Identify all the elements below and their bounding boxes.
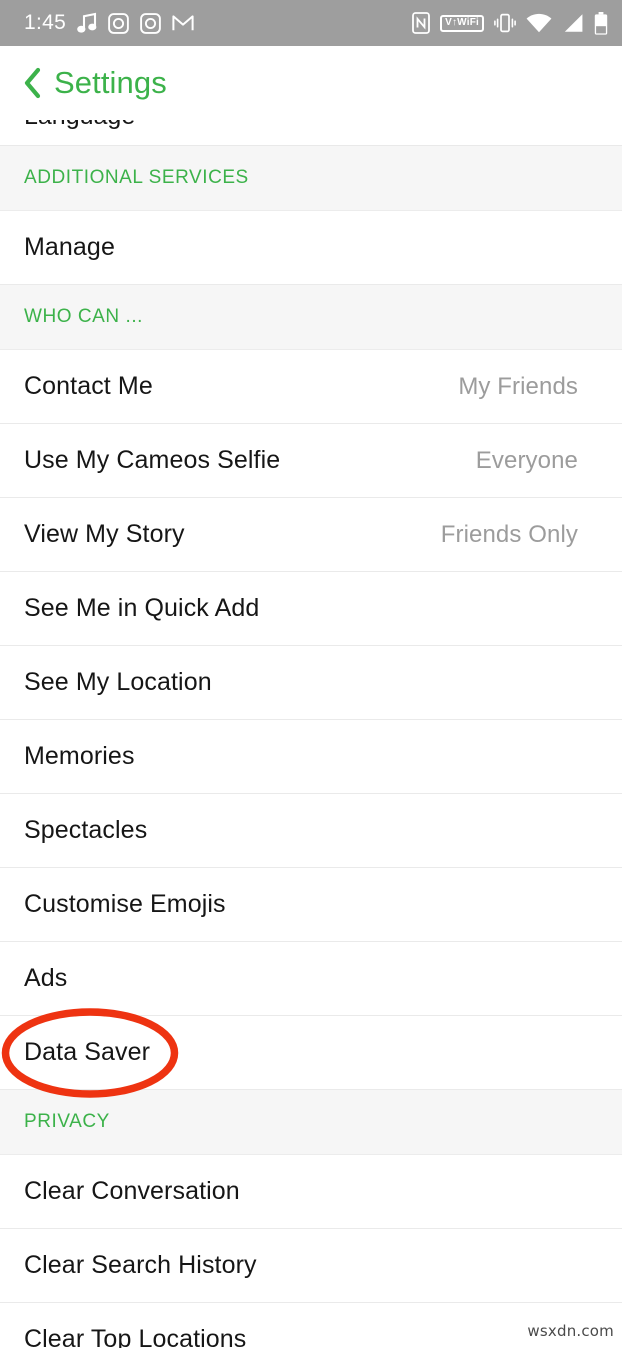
status-bar-right: V↑WiFi bbox=[412, 11, 608, 35]
list-item-data-saver[interactable]: Data Saver bbox=[0, 1016, 622, 1090]
row-label: Contact Me bbox=[24, 372, 153, 400]
list-item-contact-me[interactable]: Contact Me My Friends bbox=[0, 350, 622, 424]
section-title: ADDITIONAL SERVICES bbox=[24, 167, 249, 188]
row-label: Clear Search History bbox=[24, 1251, 257, 1279]
list-item-view-my-story[interactable]: View My Story Friends Only bbox=[0, 498, 622, 572]
row-label: Spectacles bbox=[24, 816, 148, 844]
list-item-language-clipped[interactable]: Language bbox=[0, 120, 622, 146]
row-label: Memories bbox=[24, 742, 135, 770]
row-label: Data Saver bbox=[24, 1038, 151, 1066]
row-label: Use My Cameos Selfie bbox=[24, 446, 281, 474]
chevron-left-icon bbox=[24, 67, 41, 99]
row-label: Manage bbox=[24, 233, 115, 261]
back-button[interactable] bbox=[19, 66, 45, 100]
list-item-see-my-location[interactable]: See My Location bbox=[0, 646, 622, 720]
app-header: Settings bbox=[0, 46, 622, 120]
list-item-customise-emojis[interactable]: Customise Emojis bbox=[0, 868, 622, 942]
list-item-use-my-cameos-selfie[interactable]: Use My Cameos Selfie Everyone bbox=[0, 424, 622, 498]
page-title: Settings bbox=[54, 65, 167, 100]
watermark: wsxdn.com bbox=[527, 1322, 614, 1340]
section-title: PRIVACY bbox=[24, 1111, 110, 1132]
row-value: Everyone bbox=[475, 446, 578, 474]
status-bar-left: 1:45 bbox=[24, 11, 194, 35]
row-label: Ads bbox=[24, 964, 68, 992]
row-label: Clear Top Locations bbox=[24, 1325, 247, 1348]
status-bar-clock: 1:45 bbox=[24, 11, 67, 34]
section-title: WHO CAN ... bbox=[24, 306, 143, 327]
row-label: See Me in Quick Add bbox=[24, 594, 260, 622]
section-header-privacy: PRIVACY bbox=[0, 1090, 622, 1155]
camera-icon bbox=[108, 12, 129, 34]
row-value: Friends Only bbox=[440, 520, 578, 548]
row-label: Language bbox=[24, 120, 135, 131]
list-item-clear-conversation[interactable]: Clear Conversation bbox=[0, 1155, 622, 1229]
list-item-see-me-in-quick-add[interactable]: See Me in Quick Add bbox=[0, 572, 622, 646]
row-label: Clear Conversation bbox=[24, 1177, 240, 1205]
row-label: See My Location bbox=[24, 668, 212, 696]
cellular-signal-icon bbox=[562, 13, 584, 33]
settings-list: Language ADDITIONAL SERVICES Manage WHO … bbox=[0, 120, 622, 1348]
list-item-clear-search-history[interactable]: Clear Search History bbox=[0, 1229, 622, 1303]
list-item-memories[interactable]: Memories bbox=[0, 720, 622, 794]
music-note-icon bbox=[77, 12, 97, 34]
wifi-icon bbox=[526, 13, 552, 33]
wifi-calling-badge: V↑WiFi bbox=[440, 14, 484, 32]
section-header-additional-services: ADDITIONAL SERVICES bbox=[0, 146, 622, 211]
phone-screen: 1:45 V↑WiFi Settings ADDITIONAL SERVICES… bbox=[0, 0, 622, 1348]
vibrate-icon bbox=[494, 13, 516, 33]
gmail-icon bbox=[172, 14, 194, 32]
camera-icon bbox=[140, 12, 161, 34]
nfc-icon bbox=[412, 12, 431, 34]
row-label: Customise Emojis bbox=[24, 890, 226, 918]
row-value: My Friends bbox=[458, 372, 578, 400]
list-item-ads[interactable]: Ads bbox=[0, 942, 622, 1016]
list-item-spectacles[interactable]: Spectacles bbox=[0, 794, 622, 868]
battery-icon bbox=[594, 11, 608, 35]
status-bar: 1:45 V↑WiFi bbox=[0, 0, 622, 46]
list-item-manage[interactable]: Manage bbox=[0, 211, 622, 285]
row-label: View My Story bbox=[24, 520, 185, 548]
section-header-who-can: WHO CAN ... bbox=[0, 285, 622, 350]
